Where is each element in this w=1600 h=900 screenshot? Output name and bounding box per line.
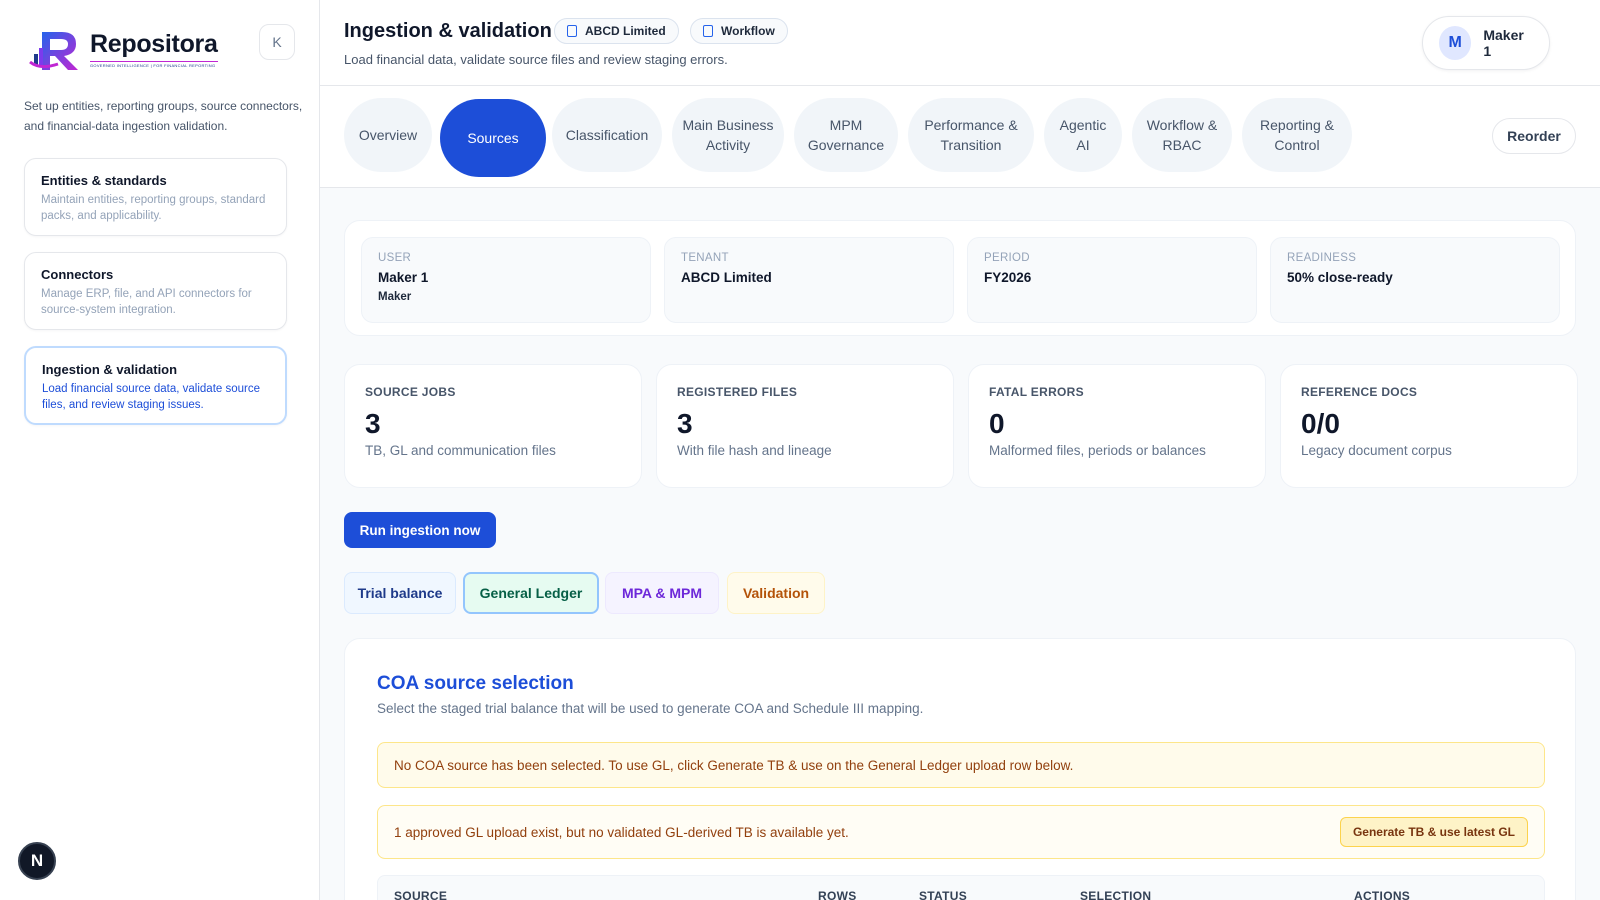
stat-registered-files: REGISTERED FILES 3 With file hash and li… bbox=[656, 364, 954, 488]
coa-source-panel: COA source selection Select the staged t… bbox=[344, 638, 1576, 900]
sidebar-item-desc: Manage ERP, file, and API connectors for… bbox=[41, 288, 252, 316]
context-panel: USER Maker 1 Maker TENANT ABCD Limited P… bbox=[344, 220, 1576, 336]
context-label: TENANT bbox=[681, 252, 729, 264]
column-header-actions[interactable]: ACTIONS bbox=[1354, 889, 1410, 900]
workflow-chip[interactable]: Workflow bbox=[690, 18, 788, 44]
n-badge-icon[interactable]: N bbox=[18, 842, 56, 880]
stat-desc: With file hash and lineage bbox=[677, 443, 832, 458]
stat-value: 3 bbox=[677, 408, 693, 439]
stat-fatal-errors: FATAL ERRORS 0 Malformed files, periods … bbox=[968, 364, 1266, 488]
tab-reporting-control[interactable]: Reporting & Control bbox=[1242, 98, 1352, 172]
stat-label: FATAL ERRORS bbox=[989, 385, 1084, 399]
tab-classification[interactable]: Classification bbox=[552, 98, 662, 172]
stat-value: 3 bbox=[365, 408, 381, 439]
context-label: READINESS bbox=[1287, 252, 1357, 264]
stat-label: REFERENCE DOCS bbox=[1301, 385, 1418, 399]
context-subvalue: Maker bbox=[378, 291, 412, 303]
user-name: Maker 1 bbox=[1483, 27, 1524, 59]
sidebar: Repositora GOVERNED INTELLIGENCE | FOR F… bbox=[0, 0, 320, 900]
context-value: Maker 1 bbox=[378, 270, 429, 285]
context-label: USER bbox=[378, 252, 412, 264]
tab-overview[interactable]: Overview bbox=[344, 98, 432, 172]
stat-value: 0/0 bbox=[1301, 408, 1340, 439]
page-header: Ingestion & validation ABCD Limited Work… bbox=[320, 0, 1600, 86]
coa-subtitle: Select the staged trial balance that wil… bbox=[377, 701, 924, 716]
stat-label: SOURCE JOBS bbox=[365, 385, 456, 399]
tab-workflow-rbac[interactable]: Workflow & RBAC bbox=[1132, 98, 1232, 172]
gl-pending-alert: 1 approved GL upload exist, but no valid… bbox=[377, 805, 1545, 859]
tenant-chip-label: ABCD Limited bbox=[585, 24, 666, 38]
tab-performance-transition[interactable]: Performance & Transition bbox=[908, 98, 1034, 172]
context-label: PERIOD bbox=[984, 252, 1030, 264]
context-value: FY2026 bbox=[984, 270, 1032, 285]
tab-sources[interactable]: Sources bbox=[440, 99, 546, 177]
sidebar-item-title: Ingestion & validation bbox=[42, 362, 178, 377]
tab-main-business-activity[interactable]: Main Business Activity bbox=[672, 98, 784, 172]
stat-label: REGISTERED FILES bbox=[677, 385, 798, 399]
context-card-readiness: READINESS 50% close-ready bbox=[1270, 237, 1560, 323]
logo[interactable]: Repositora GOVERNED INTELLIGENCE | FOR F… bbox=[28, 26, 218, 72]
page-title: Ingestion & validation bbox=[344, 20, 552, 42]
run-ingestion-button[interactable]: Run ingestion now bbox=[344, 512, 496, 548]
page-subtitle: Load financial data, validate source fil… bbox=[344, 52, 728, 67]
context-value: 50% close-ready bbox=[1287, 270, 1393, 285]
building-icon bbox=[567, 25, 577, 37]
sidebar-item-desc: Load financial source data, validate sou… bbox=[42, 383, 261, 411]
context-card-user: USER Maker 1 Maker bbox=[361, 237, 651, 323]
no-source-alert: No COA source has been selected. To use … bbox=[377, 742, 1545, 788]
context-value: ABCD Limited bbox=[681, 270, 772, 285]
column-header-rows[interactable]: ROWS bbox=[818, 889, 857, 900]
reorder-button[interactable]: Reorder bbox=[1492, 118, 1576, 154]
sidebar-intro: Set up entities, reporting groups, sourc… bbox=[24, 99, 303, 133]
stat-desc: TB, GL and communication files bbox=[365, 443, 556, 458]
tab-mpm-governance[interactable]: MPM Governance bbox=[794, 98, 898, 172]
collapse-sidebar-button[interactable]: K bbox=[259, 24, 295, 60]
sidebar-item-connectors[interactable]: Connectors Manage ERP, file, and API con… bbox=[24, 252, 287, 330]
context-card-tenant: TENANT ABCD Limited bbox=[664, 237, 954, 323]
logo-name: Repositora bbox=[90, 30, 218, 58]
coa-title: COA source selection bbox=[377, 673, 574, 694]
sidebar-item-desc: Maintain entities, reporting groups, sta… bbox=[41, 194, 266, 222]
subtab-trial-balance[interactable]: Trial balance bbox=[344, 572, 456, 614]
subtab-mpa-mpm[interactable]: MPA & MPM bbox=[605, 572, 719, 614]
workflow-chip-label: Workflow bbox=[721, 24, 775, 38]
avatar: M bbox=[1439, 26, 1472, 60]
logo-tagline: GOVERNED INTELLIGENCE | FOR FINANCIAL RE… bbox=[90, 61, 218, 68]
stat-desc: Legacy document corpus bbox=[1301, 443, 1452, 458]
user-menu[interactable]: M Maker 1 bbox=[1422, 16, 1550, 70]
alert-text: No COA source has been selected. To use … bbox=[394, 757, 1074, 773]
subtab-general-ledger[interactable]: General Ledger bbox=[463, 572, 599, 614]
tenant-chip[interactable]: ABCD Limited bbox=[554, 18, 679, 44]
stat-reference-docs: REFERENCE DOCS 0/0 Legacy document corpu… bbox=[1280, 364, 1578, 488]
generate-tb-button[interactable]: Generate TB & use latest GL bbox=[1339, 817, 1528, 847]
sidebar-item-title: Connectors bbox=[41, 267, 114, 282]
context-card-period: PERIOD FY2026 bbox=[967, 237, 1257, 323]
column-header-status[interactable]: STATUS bbox=[919, 889, 967, 900]
column-header-source[interactable]: SOURCE bbox=[394, 889, 447, 900]
sidebar-item-title: Entities & standards bbox=[41, 173, 167, 188]
sidebar-item-ingestion[interactable]: Ingestion & validation Load financial so… bbox=[24, 346, 287, 425]
logo-mark-icon bbox=[28, 26, 86, 72]
column-header-selection[interactable]: SELECTION bbox=[1080, 889, 1151, 900]
coa-table-header: SOURCE ROWS STATUS SELECTION ACTIONS bbox=[377, 875, 1545, 900]
document-icon bbox=[703, 25, 713, 37]
tab-agentic-ai[interactable]: Agentic AI bbox=[1044, 98, 1122, 172]
section-tabs: Overview Sources Classification Main Bus… bbox=[320, 86, 1600, 188]
sidebar-item-entities[interactable]: Entities & standards Maintain entities, … bbox=[24, 158, 287, 236]
main-content: USER Maker 1 Maker TENANT ABCD Limited P… bbox=[320, 188, 1600, 900]
stat-source-jobs: SOURCE JOBS 3 TB, GL and communication f… bbox=[344, 364, 642, 488]
stat-value: 0 bbox=[989, 408, 1005, 439]
subtab-validation[interactable]: Validation bbox=[727, 572, 825, 614]
stat-desc: Malformed files, periods or balances bbox=[989, 443, 1206, 458]
alert-text: 1 approved GL upload exist, but no valid… bbox=[394, 824, 849, 840]
